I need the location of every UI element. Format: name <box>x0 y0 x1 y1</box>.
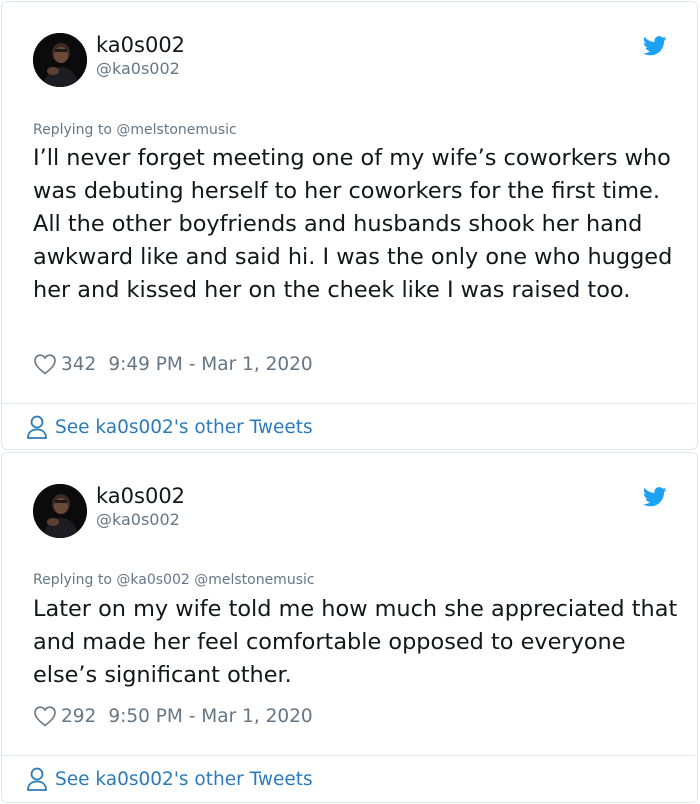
avatar[interactable] <box>33 33 87 87</box>
display-name[interactable]: ka0s002 <box>96 32 185 58</box>
timestamp[interactable]: 9:49 PM - Mar 1, 2020 <box>108 354 312 375</box>
replying-to: Replying to @ka0s002 @melstonemusic <box>33 571 315 589</box>
divider <box>2 755 697 756</box>
tweet-text: I’ll never forget meeting one of my wife… <box>33 145 673 303</box>
tweet-meta: 342 9:49 PM - Mar 1, 2020 <box>33 352 313 376</box>
tweet-card: ka0s002 @ka0s002 Replying to @ka0s002 @m… <box>1 452 698 803</box>
replying-to: Replying to @melstonemusic <box>33 121 237 139</box>
see-other-tweets-link[interactable]: See ka0s002's other Tweets <box>26 414 313 440</box>
reply-mentions[interactable]: @ka0s002 @melstonemusic <box>116 572 314 588</box>
tweet-card: ka0s002 @ka0s002 Replying to @melstonemu… <box>1 1 698 450</box>
replying-prefix: Replying to <box>33 122 117 138</box>
see-other-tweets-label[interactable]: See ka0s002's other Tweets <box>55 769 313 790</box>
reply-mentions[interactable]: @melstonemusic <box>116 122 236 138</box>
heart-icon[interactable] <box>33 353 57 375</box>
display-name[interactable]: ka0s002 <box>96 483 185 509</box>
replying-prefix: Replying to <box>33 572 117 588</box>
person-icon <box>27 415 47 439</box>
timestamp[interactable]: 9:50 PM - Mar 1, 2020 <box>108 706 312 727</box>
like-count[interactable]: 292 <box>61 706 96 727</box>
avatar[interactable] <box>33 484 87 538</box>
see-other-tweets-label[interactable]: See ka0s002's other Tweets <box>55 417 313 438</box>
user-handle[interactable]: @ka0s002 <box>96 59 180 79</box>
heart-icon[interactable] <box>33 705 57 727</box>
like-count[interactable]: 342 <box>61 354 96 375</box>
divider <box>2 403 697 404</box>
tweet-meta: 292 9:50 PM - Mar 1, 2020 <box>33 704 313 728</box>
avatar-image <box>33 484 87 538</box>
see-other-tweets-link[interactable]: See ka0s002's other Tweets <box>26 766 313 792</box>
twitter-bird-icon[interactable] <box>643 486 667 508</box>
user-handle[interactable]: @ka0s002 <box>96 510 180 530</box>
twitter-bird-icon[interactable] <box>643 35 667 57</box>
avatar-image <box>33 33 87 87</box>
person-icon <box>27 767 47 791</box>
tweet-text: Later on my wife told me how much she ap… <box>33 596 678 688</box>
